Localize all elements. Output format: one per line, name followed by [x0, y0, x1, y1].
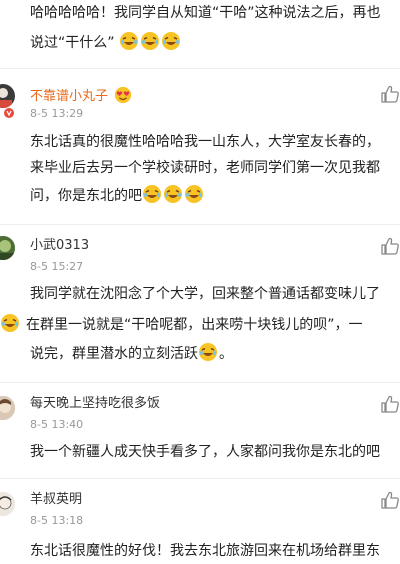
- comment-line: 我同学就在沈阳念了个大学，回来整个普通话都变味儿了: [30, 286, 380, 302]
- avatar-image-icon: [0, 492, 15, 516]
- comment-line: 东北话很魔性的好伐！我去东北旅游回来在机场给群里东: [30, 543, 380, 559]
- comment-time: 8-5 13:18: [30, 514, 84, 527]
- username[interactable]: 小武0313: [30, 238, 89, 254]
- comment-line-text: 说完，群里潜水的立刻活跃: [30, 346, 198, 362]
- avatar-image-icon: [0, 88, 12, 108]
- heart-eyes-emoji-icon: [115, 86, 132, 104]
- comment-feed: 哈哈哈哈哈！我同学自从知道“干哈”这种说法之后，再也 说过“干什么” 不靠谱小丸…: [0, 0, 400, 564]
- username[interactable]: 羊叔英明: [30, 492, 82, 508]
- avatar[interactable]: [0, 492, 15, 516]
- laughing-tears-emoji-icon: [143, 185, 161, 203]
- comment-line: 哈哈哈哈哈！我同学自从知道“干哈”这种说法之后，再也: [30, 5, 381, 21]
- comment-line: 说过“干什么”: [30, 31, 182, 53]
- divider: [0, 382, 400, 383]
- avatar-image-icon: [0, 396, 15, 420]
- comment-line: 在群里一说就是“干哈呢都，出来唠十块钱儿的呗”，一: [0, 313, 363, 335]
- divider: [0, 224, 400, 225]
- divider: [0, 68, 400, 69]
- avatar[interactable]: [0, 396, 15, 420]
- laughing-tears-emoji-icon: [161, 32, 180, 50]
- thumbs-up-icon[interactable]: [380, 394, 400, 414]
- comment-time: 8-5 13:40: [30, 418, 84, 431]
- comment-line: 问，你是东北的吧: [30, 184, 205, 206]
- divider: [0, 478, 400, 479]
- comment-item: 羊叔英明 8-5 13:18 东北话很魔性的好伐！我去东北旅游回来在机场给群里东: [0, 486, 400, 564]
- avatar-image-icon: [0, 236, 15, 260]
- thumbs-up-icon[interactable]: [380, 84, 400, 104]
- comment-item: 不靠谱小丸子 8-5 13:29 东北话真的很魔性哈哈哈我一山东人，大学室友长春…: [0, 78, 400, 218]
- comment-line: 来毕业后去另一个学校读研时，老师同学们第一次见我都: [30, 160, 380, 176]
- comment-line-text: 问，你是东北的吧: [30, 188, 142, 204]
- laughing-tears-emoji-icon: [140, 32, 159, 50]
- comment-line-text: 。: [219, 346, 233, 362]
- comment-line-text: 在群里一说就是“干哈呢都，出来唠十块钱儿的呗”，一: [26, 317, 363, 333]
- comment-line: 我一个新疆人成天快手看多了，人家都问我你是东北的吧: [30, 444, 380, 460]
- laughing-tears-emoji-icon: [164, 185, 182, 203]
- laughing-tears-emoji-icon: [199, 343, 217, 361]
- avatar[interactable]: [0, 236, 15, 260]
- username[interactable]: 不靠谱小丸子: [30, 86, 133, 105]
- laughing-tears-emoji-icon: [185, 185, 203, 203]
- thumbs-up-icon[interactable]: [380, 236, 400, 256]
- thumbs-up-icon[interactable]: [380, 490, 400, 510]
- laughing-tears-emoji-icon: [119, 32, 138, 50]
- comment-time: 8-5 15:27: [30, 260, 84, 273]
- vip-badge-icon: [4, 108, 14, 118]
- comment-time: 8-5 13:29: [30, 107, 84, 120]
- comment-line-text: 说过“干什么”: [30, 35, 115, 51]
- comment-line: 东北话真的很魔性哈哈哈我一山东人，大学室友长春的，: [30, 134, 380, 150]
- comment-item: 每天晚上坚持吃很多饭 8-5 13:40 我一个新疆人成天快手看多了，人家都问我…: [0, 390, 400, 480]
- avatar[interactable]: [0, 84, 15, 108]
- comment-line: 说完，群里潜水的立刻活跃 。: [30, 342, 233, 364]
- comment-item: 小武0313 8-5 15:27 我同学就在沈阳念了个大学，回来整个普通话都变味…: [0, 232, 400, 382]
- username[interactable]: 每天晚上坚持吃很多饭: [30, 396, 160, 412]
- laughing-tears-emoji-icon: [1, 314, 19, 332]
